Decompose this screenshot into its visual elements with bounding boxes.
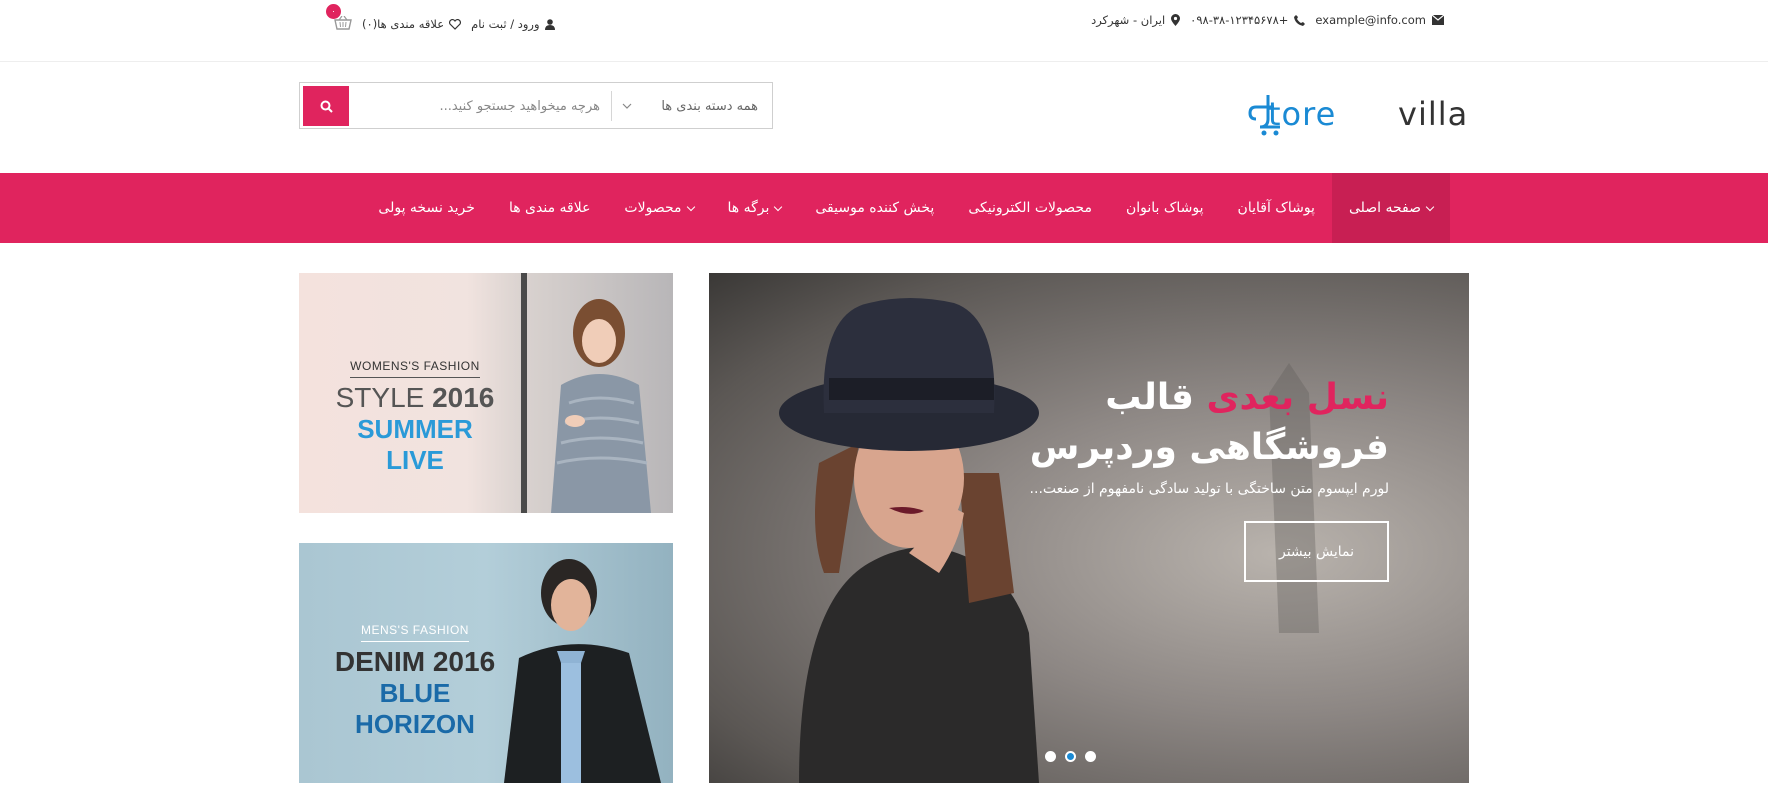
nav-item-label: صفحه اصلی [1348,200,1421,216]
cart[interactable]: ۰ [326,4,352,32]
wishlist-text: علاقه مندی ها(۰) [362,17,445,31]
women-fashion-banner[interactable]: WOMENS'S FASHION STYLE 2016 SUMMER LIVE [299,273,673,513]
search-input[interactable] [358,88,604,124]
nav-item-label: پخش کننده موسیقی [815,200,935,216]
search-divider [611,91,612,121]
slider-title-line1: نسل بعدی قالب [969,373,1389,423]
slider-title: نسل بعدی قالب فروشگاهی وردپرس [969,373,1389,473]
women-banner-big: SUMMER LIVE [357,414,473,475]
nav-item-label: برگه ها [727,200,770,216]
envelope-icon [1432,15,1444,25]
nav-item-2[interactable]: پوشاک بانوان [1109,173,1221,243]
women-banner-mid-light: STYLE [335,382,425,413]
slider-dots [1045,751,1096,762]
phone-icon [1294,14,1306,26]
show-more-button[interactable]: نمایش بیشتر [1244,521,1389,582]
chevron-down-icon [622,103,632,109]
location-text: ایران - شهرکرد [1091,13,1166,27]
nav-item-label: پوشاک آقایان [1237,200,1315,216]
slider-dot-2[interactable] [1065,751,1076,762]
phone-item[interactable]: ۰۹۸-۳۸-۱۲۳۴۵۶۷۸+ [1190,13,1306,27]
login-link[interactable]: ورود / ثبت نام [471,17,555,31]
chevron-down-icon [686,202,695,211]
search-icon [320,100,333,113]
nav-item-label: پوشاک بانوان [1125,200,1204,216]
slider-dot-3[interactable] [1085,751,1096,762]
user-icon [544,18,555,30]
nav-menu: صفحه اصلی پوشاک آقایان پوشاک بانوان محصولات… [361,173,1450,243]
category-select[interactable]: همه دسته بندی ها [622,88,766,124]
nav-item-7[interactable]: علاقه مندی ها [492,173,607,243]
nav-item-0[interactable]: صفحه اصلی [1331,173,1450,243]
nav-item-label: علاقه مندی ها [508,200,591,216]
nav-item-label: محصولات الکترونیکی [968,200,1092,216]
chevron-down-icon [774,202,783,211]
email-item[interactable]: example@info.com [1315,13,1444,27]
nav-item-6[interactable]: محصولات [607,173,710,243]
map-marker-icon [1171,14,1181,26]
nav-item-1[interactable]: پوشاک آقایان [1221,173,1332,243]
cart-count-badge: ۰ [326,4,341,19]
women-banner-text: WOMENS'S FASHION STYLE 2016 SUMMER LIVE [325,355,505,476]
nav-item-5[interactable]: برگه ها [711,173,799,243]
logo-villa-text: villa [1398,95,1469,133]
chevron-down-icon [1425,202,1435,211]
men-fashion-banner[interactable]: MENS'S FASHION DENIM 2016 BLUE HORIZON [299,543,673,783]
slider-title-line2: فروشگاهی وردپرس [1029,427,1389,468]
men-banner-text: MENS'S FASHION DENIM 2016 BLUE HORIZON [325,619,505,740]
logo-store-text: tore [1268,95,1337,133]
men-banner-small: MENS'S FASHION [361,623,469,642]
account-links: ۰ علاقه مندی ها(۰) ورود / ثبت نام [326,4,555,32]
men-banner-mid: DENIM 2016 [325,646,505,678]
top-bar: example@info.com ۰۹۸-۳۸-۱۲۳۴۵۶۷۸+ ایران … [0,0,1768,62]
main-navigation: صفحه اصلی پوشاک آقایان پوشاک بانوان محصولات… [0,173,1768,243]
login-text: ورود / ثبت نام [471,17,540,31]
heart-icon [449,18,462,30]
search-button[interactable] [303,86,349,126]
slider-description: لورم ایپسوم متن ساختگی با تولید سادگی نا… [1029,481,1389,497]
category-select-label: همه دسته بندی ها [661,98,758,114]
email-text: example@info.com [1315,13,1426,27]
women-banner-mid: STYLE 2016 [325,382,505,414]
men-banner-mid-bold: 2016 [432,646,496,677]
slider-dot-1[interactable] [1045,751,1056,762]
men-banner-big: BLUE HORIZON [355,678,475,739]
search-form: همه دسته بندی ها [299,82,773,129]
wishlist-link[interactable]: علاقه مندی ها(۰) [362,17,462,31]
slider-title-accent: نسل بعدی [1206,377,1389,418]
nav-item-3[interactable]: محصولات الکترونیکی [951,173,1109,243]
slider-title-rest: قالب [1105,377,1194,418]
phone-text: ۰۹۸-۳۸-۱۲۳۴۵۶۷۸+ [1190,13,1289,27]
location-item: ایران - شهرکرد [1091,13,1181,27]
hero-slider[interactable]: نسل بعدی قالب فروشگاهی وردپرس لورم ایپسو… [709,273,1469,783]
nav-item-8[interactable]: خرید نسخه پولی [361,173,492,243]
women-banner-mid-bold: 2016 [432,382,495,413]
nav-item-label: خرید نسخه پولی [378,200,475,216]
nav-item-4[interactable]: پخش کننده موسیقی [798,173,951,243]
contact-info: example@info.com ۰۹۸-۳۸-۱۲۳۴۵۶۷۸+ ایران … [1091,12,1444,28]
nav-item-label: محصولات [624,200,682,216]
men-banner-mid-light: DENIM [334,646,426,677]
women-banner-small: WOMENS'S FASHION [350,359,480,378]
